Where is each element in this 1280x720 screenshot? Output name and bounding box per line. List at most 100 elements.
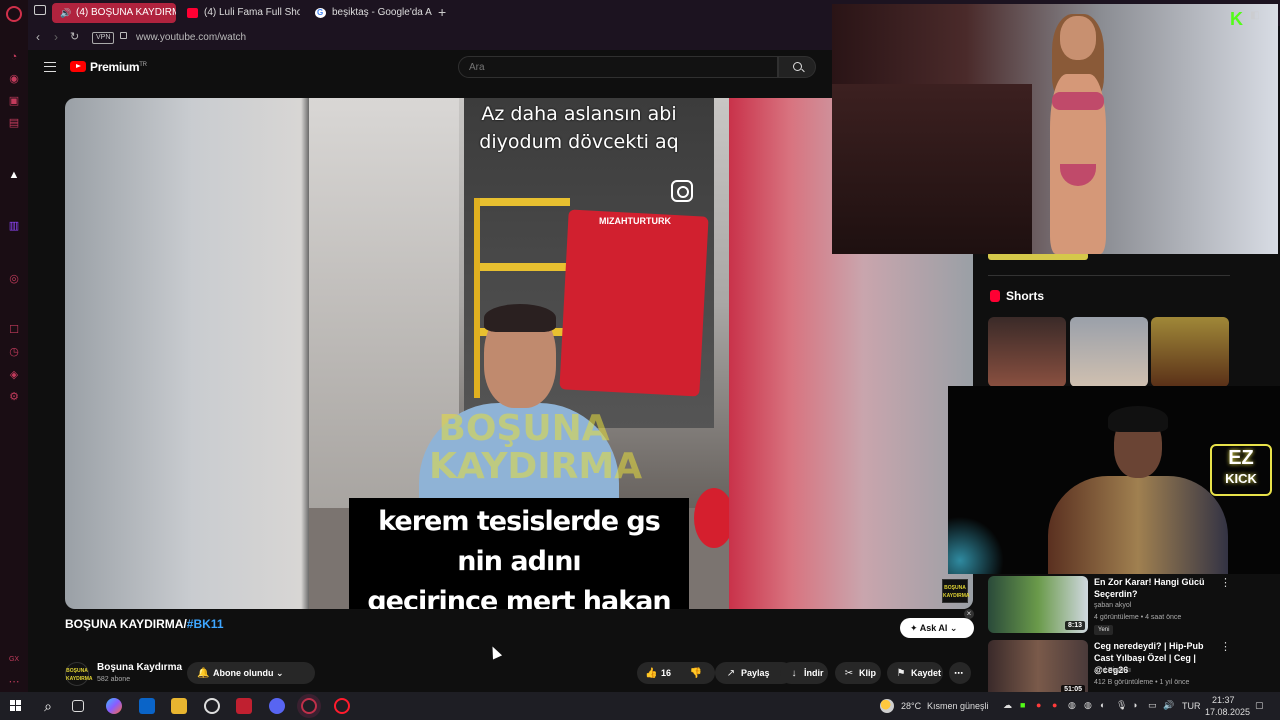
model-top (1052, 92, 1104, 110)
search-button[interactable] (778, 56, 816, 78)
clock-app-icon[interactable] (204, 698, 220, 714)
dislike-icon[interactable]: 👎 (690, 663, 702, 685)
webcam-light (948, 506, 1008, 574)
tray-app-icon[interactable]: ☁ (1003, 700, 1012, 711)
tray-app-icon[interactable]: ◍ (1084, 700, 1092, 711)
tray-app-icon[interactable]: ● (1036, 700, 1041, 710)
url-field[interactable]: www.youtube.com/watch (136, 32, 246, 43)
player-icon[interactable]: ◎ (7, 272, 21, 286)
history-icon[interactable]: ◷ (7, 345, 21, 359)
more-vertical-icon[interactable]: ⋮ (1220, 576, 1231, 589)
recommendation-meta: 412 B görüntüleme • 1 yıl önce (1094, 679, 1190, 686)
weather-temperature[interactable]: 28°C (901, 701, 921, 711)
network-icon[interactable]: ▭ (1148, 700, 1157, 711)
more-icon[interactable]: ⋯ (7, 675, 21, 689)
like-count[interactable]: 16 (661, 668, 671, 678)
volume-icon[interactable]: 🔊 (1163, 700, 1174, 711)
clock-date[interactable]: 17.08.2025 (1205, 707, 1250, 717)
vpn-badge[interactable]: VPN (92, 32, 115, 44)
lock-icon[interactable] (120, 32, 127, 39)
windows-start-icon[interactable] (10, 700, 22, 712)
new-tab-button[interactable]: + (438, 4, 446, 20)
opera-logo-icon[interactable] (6, 6, 22, 22)
search-icon[interactable]: ⌕ (40, 698, 56, 714)
forward-icon[interactable]: › (54, 30, 58, 44)
tiktok-icon[interactable]: ▲ (7, 168, 21, 182)
youtube-premium-logo[interactable]: PremiumTR (90, 60, 147, 74)
tab-menu-icon[interactable] (34, 5, 46, 15)
discord-icon[interactable] (269, 698, 285, 714)
reload-icon[interactable]: ↻ (70, 30, 79, 43)
input-language[interactable]: TUR (1182, 701, 1201, 711)
model-head (1060, 16, 1096, 60)
recommendation-title[interactable]: En Zor Karar! Hangi Gücü Seçerdin? (1094, 576, 1214, 600)
whatsapp-icon[interactable]: ▣ (7, 94, 21, 108)
aria-icon[interactable]: ◔ (7, 50, 21, 64)
channel-name[interactable]: Boşuna Kaydırma (97, 662, 182, 673)
title-hashtag-link[interactable]: #BK11 (187, 617, 224, 631)
recommendation-channel[interactable]: şaban akyol (1094, 601, 1131, 611)
back-icon[interactable]: ‹ (36, 30, 40, 44)
microphone-icon[interactable]: 🎙 (1116, 700, 1127, 711)
channel-avatar[interactable]: BOŞUNA KAYDIRMA (65, 662, 92, 686)
overlay-line-2: diyodum dövcekti aq (479, 131, 679, 153)
shorts-icon (990, 290, 1000, 302)
more-vertical-icon[interactable]: ⋮ (1220, 640, 1231, 653)
tab-youtube-active[interactable]: 🔊 (4) BOŞUNA KAYDIRMA (52, 3, 176, 23)
speaker-icon[interactable]: 🔊 (60, 3, 71, 23)
recommendation-thumbnail[interactable]: 8:13 (988, 576, 1088, 633)
recommendation-channel[interactable]: Anıl Piyancı (1094, 666, 1131, 676)
telegram-icon[interactable]: ▤ (7, 116, 21, 130)
search-input[interactable] (458, 56, 778, 78)
like-icon[interactable]: 👍 (645, 663, 657, 685)
channel-row: BOŞUNA KAYDIRMA Boşuna Kaydırma 582 abon… (65, 660, 973, 690)
short-thumbnail[interactable] (1070, 317, 1148, 387)
save-button[interactable]: ⚑ Kaydet (887, 662, 943, 684)
person-hair (484, 304, 556, 332)
download-button[interactable]: ↓ İndir (780, 662, 828, 684)
copilot-icon[interactable] (106, 698, 122, 714)
opera-gx-icon[interactable] (301, 698, 317, 714)
clip-button[interactable]: ✂ Klip (835, 662, 881, 684)
tray-app-icon[interactable]: ● (1052, 700, 1057, 710)
shorts-heading: Shorts (1006, 289, 1045, 303)
save-label: Kaydet (911, 668, 942, 678)
settings-icon[interactable]: ⚙ (7, 390, 21, 404)
tab-luli-fama[interactable]: (4) Luli Fama Full Show in (180, 3, 300, 23)
opera-icon[interactable] (334, 698, 350, 714)
stream-runway-overlay: K ◧ (832, 4, 1278, 254)
messenger-icon[interactable]: ◉ (7, 72, 21, 86)
menu-icon[interactable] (44, 62, 56, 72)
tray-app-icon[interactable]: ■ (1020, 700, 1025, 710)
weather-description[interactable]: Kısmen güneşli (927, 701, 989, 711)
outlook-icon[interactable] (139, 698, 155, 714)
subscribe-button[interactable]: 🔔 Abone olundu ⌄ (187, 662, 315, 684)
short-thumbnail[interactable] (988, 317, 1066, 387)
chevron-down-icon: ⌄ (273, 668, 284, 678)
tray-app-icon[interactable]: ◑ (1132, 700, 1137, 710)
more-actions-button[interactable]: ⋯ (949, 662, 971, 684)
recommendation-thumbnail[interactable]: 51:05 (988, 640, 1088, 697)
tab-google-search[interactable]: beşiktaş - Google'da Ara (308, 3, 432, 23)
extensions-icon[interactable]: ◈ (7, 368, 21, 382)
pinboard-icon[interactable]: ☐ (7, 323, 21, 337)
youtube-logo-icon[interactable] (70, 61, 86, 72)
clock-time[interactable]: 21:37 (1212, 695, 1235, 705)
ask-ai-button[interactable]: ✦ Ask AI ⌄ (900, 618, 974, 638)
video-watermark: BOŞUNA KAYDIRMA (429, 408, 642, 486)
weather-icon[interactable] (880, 699, 894, 713)
watermark-line-1: BOŞUNA (438, 408, 610, 449)
voicemeeter-icon[interactable] (236, 698, 252, 714)
tray-app-icon[interactable]: ◍ (1068, 700, 1076, 711)
twitch-icon[interactable]: ▥ (7, 219, 21, 233)
tab-label: (4) Luli Fama Full Show in (204, 7, 300, 18)
instagram-icon (671, 180, 693, 202)
gx-icon[interactable]: GX (7, 653, 21, 667)
file-explorer-icon[interactable] (171, 698, 187, 714)
download-label: İndir (804, 668, 824, 678)
notifications-icon[interactable]: ▢ (1255, 700, 1264, 711)
win-quad (16, 706, 21, 711)
task-view-icon[interactable] (72, 700, 84, 712)
tray-app-icon[interactable]: ◐ (1100, 700, 1105, 710)
short-thumbnail[interactable] (1151, 317, 1229, 387)
